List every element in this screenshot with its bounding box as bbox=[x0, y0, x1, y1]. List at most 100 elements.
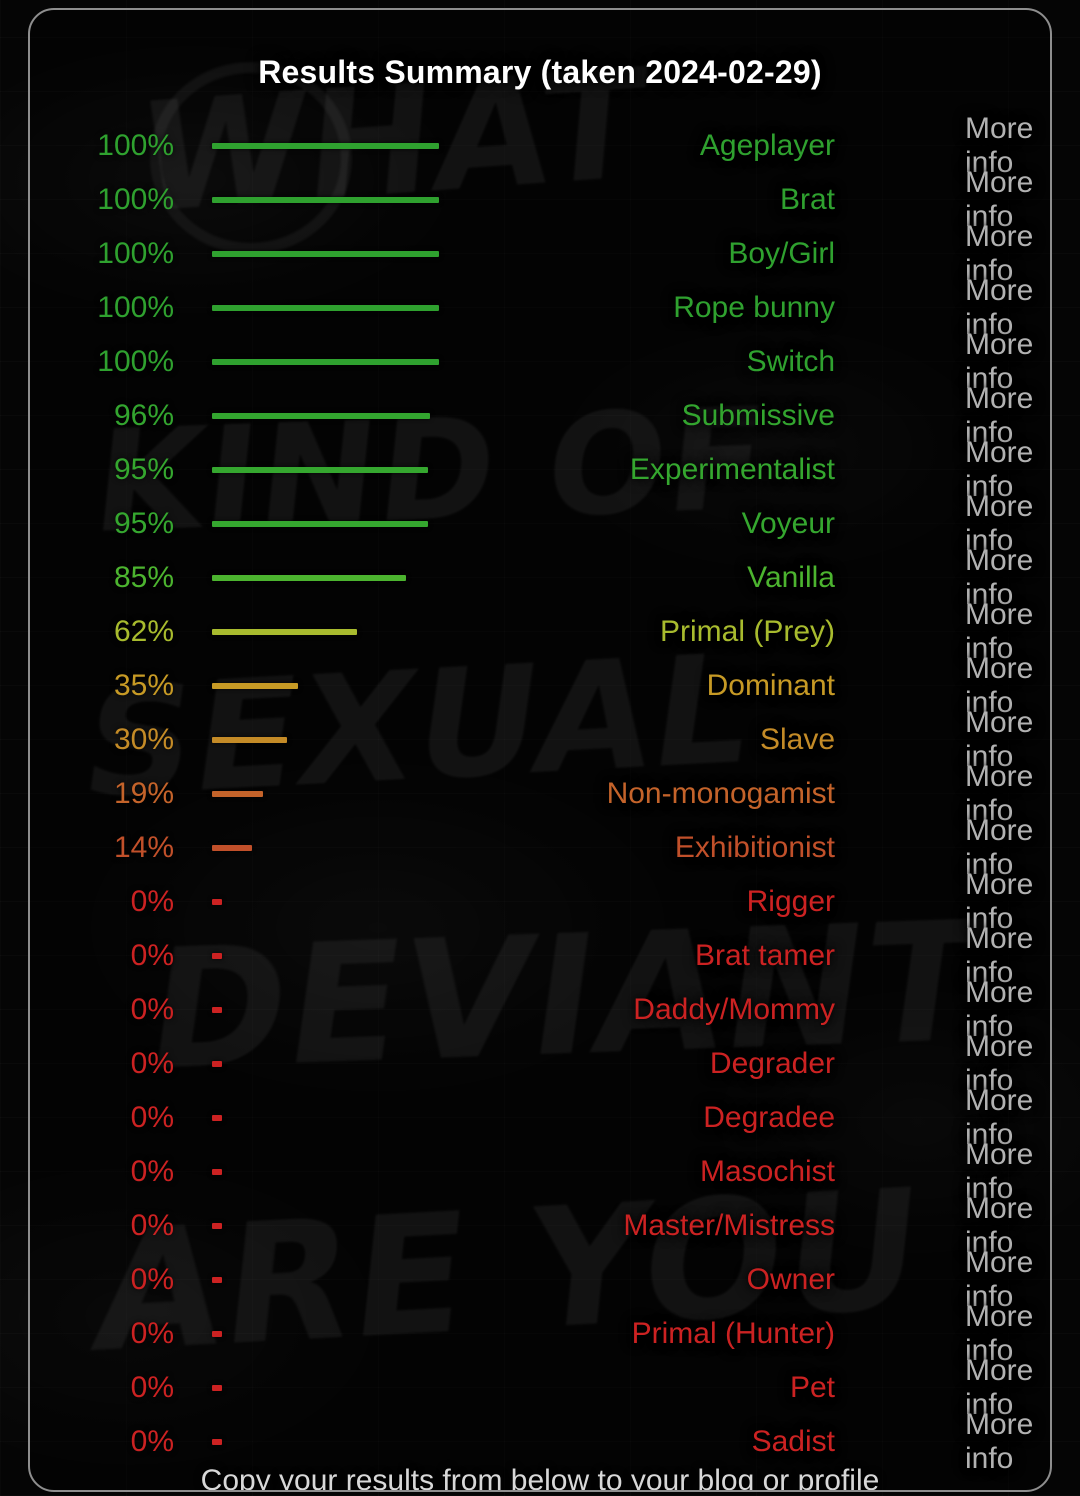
bar-fill bbox=[212, 1277, 222, 1283]
kink-label: Non-monogamist bbox=[606, 777, 835, 810]
percentage-value: 0% bbox=[130, 1101, 174, 1134]
percentage-value: 100% bbox=[97, 345, 174, 378]
bar-fill bbox=[212, 1169, 222, 1175]
bar-track bbox=[180, 1061, 430, 1067]
bar-fill bbox=[212, 629, 357, 635]
result-row: 0% Daddy/Mommy More info bbox=[30, 976, 1050, 1043]
percentage-value: 100% bbox=[97, 291, 174, 324]
kink-label: Dominant bbox=[706, 669, 835, 702]
kink-label: Brat bbox=[779, 183, 835, 216]
bar-fill bbox=[212, 197, 439, 203]
bar-track bbox=[180, 737, 430, 743]
bar-fill bbox=[212, 683, 298, 689]
kink-label: Daddy/Mommy bbox=[633, 993, 835, 1026]
bar-fill bbox=[212, 953, 222, 959]
result-row: 0% Masochist More info bbox=[30, 1138, 1050, 1205]
kink-label: Rigger bbox=[746, 885, 835, 918]
percentage-value: 100% bbox=[97, 237, 174, 270]
bar-track bbox=[180, 575, 430, 581]
percentage-value: 0% bbox=[130, 1317, 174, 1350]
bar-fill bbox=[212, 359, 439, 365]
result-row: 35% Dominant More info bbox=[30, 652, 1050, 719]
result-row: 95% Voyeur More info bbox=[30, 490, 1050, 557]
kink-label: Slave bbox=[759, 723, 835, 756]
bar-track bbox=[180, 1007, 430, 1013]
kink-label: Pet bbox=[789, 1371, 835, 1404]
kink-label: Boy/Girl bbox=[728, 237, 835, 270]
bar-fill bbox=[212, 143, 439, 149]
percentage-value: 95% bbox=[113, 453, 174, 486]
bar-track bbox=[180, 791, 430, 797]
percentage-value: 0% bbox=[130, 1425, 174, 1458]
bar-track bbox=[180, 467, 430, 473]
bar-track bbox=[180, 1277, 430, 1283]
bar-track bbox=[180, 845, 430, 851]
percentage-value: 96% bbox=[113, 399, 174, 432]
result-row: 0% Sadist More info bbox=[30, 1408, 1050, 1475]
bar-fill bbox=[212, 1061, 222, 1067]
kink-label: Experimentalist bbox=[629, 453, 835, 486]
bar-fill bbox=[212, 413, 431, 419]
percentage-value: 100% bbox=[97, 183, 174, 216]
result-row: 0% Primal (Hunter) More info bbox=[30, 1300, 1050, 1367]
percentage-value: 95% bbox=[113, 507, 174, 540]
percentage-value: 30% bbox=[113, 723, 174, 756]
percentage-value: 0% bbox=[130, 1263, 174, 1296]
percentage-value: 62% bbox=[113, 615, 174, 648]
bar-fill bbox=[212, 467, 429, 473]
kink-label: Degradee bbox=[703, 1101, 835, 1134]
kink-label: Primal (Prey) bbox=[659, 615, 835, 648]
bar-fill bbox=[212, 251, 439, 257]
result-row: 14% Exhibitionist More info bbox=[30, 814, 1050, 881]
bar-fill bbox=[212, 575, 407, 581]
bar-fill bbox=[212, 1223, 222, 1229]
bar-fill bbox=[212, 791, 264, 797]
result-row: 96% Submissive More info bbox=[30, 382, 1050, 449]
bar-fill bbox=[212, 899, 222, 905]
kink-label: Degrader bbox=[709, 1047, 835, 1080]
percentage-value: 0% bbox=[130, 993, 174, 1026]
result-row: 100% Switch More info bbox=[30, 328, 1050, 395]
result-row: 100% Ageplayer More info bbox=[30, 112, 1050, 179]
result-row: 0% Degradee More info bbox=[30, 1084, 1050, 1151]
bar-fill bbox=[212, 1115, 222, 1121]
kink-label: Owner bbox=[746, 1263, 835, 1296]
kink-label: Submissive bbox=[681, 399, 835, 432]
kink-label: Rope bunny bbox=[673, 291, 835, 324]
result-row: 85% Vanilla More info bbox=[30, 544, 1050, 611]
result-row: 30% Slave More info bbox=[30, 706, 1050, 773]
percentage-value: 100% bbox=[97, 129, 174, 162]
bar-track bbox=[180, 305, 439, 311]
percentage-value: 0% bbox=[130, 939, 174, 972]
result-row: 100% Boy/Girl More info bbox=[30, 220, 1050, 287]
bar-track bbox=[180, 1223, 430, 1229]
kink-label: Master/Mistress bbox=[623, 1209, 835, 1242]
bar-fill bbox=[212, 845, 253, 851]
percentage-value: 0% bbox=[130, 885, 174, 918]
bar-track bbox=[180, 143, 439, 149]
result-row: 0% Master/Mistress More info bbox=[30, 1192, 1050, 1259]
result-row: 100% Brat More info bbox=[30, 166, 1050, 233]
result-row: 19% Non-monogamist More info bbox=[30, 760, 1050, 827]
result-row: 0% Brat tamer More info bbox=[30, 922, 1050, 989]
kink-label: Ageplayer bbox=[699, 129, 835, 162]
percentage-value: 0% bbox=[130, 1209, 174, 1242]
result-row: 0% Degrader More info bbox=[30, 1030, 1050, 1097]
result-row: 0% Pet More info bbox=[30, 1354, 1050, 1421]
kink-label: Switch bbox=[746, 345, 835, 378]
kink-label: Masochist bbox=[699, 1155, 835, 1188]
percentage-value: 35% bbox=[113, 669, 174, 702]
percentage-value: 0% bbox=[130, 1371, 174, 1404]
kink-label: Sadist bbox=[751, 1425, 835, 1458]
percentage-value: 0% bbox=[130, 1155, 174, 1188]
results-list: 100% Ageplayer More info 100% Brat More info 1… bbox=[30, 112, 1050, 1475]
percentage-value: 0% bbox=[130, 1047, 174, 1080]
bar-track bbox=[180, 1115, 430, 1121]
bar-fill bbox=[212, 1439, 222, 1445]
bar-track bbox=[180, 521, 430, 527]
bar-track bbox=[180, 683, 430, 689]
kink-label: Brat tamer bbox=[694, 939, 835, 972]
result-row: 62% Primal (Prey) More info bbox=[30, 598, 1050, 665]
page-title: Results Summary (taken 2024-02-29) bbox=[258, 54, 822, 90]
bar-track bbox=[180, 1331, 430, 1337]
